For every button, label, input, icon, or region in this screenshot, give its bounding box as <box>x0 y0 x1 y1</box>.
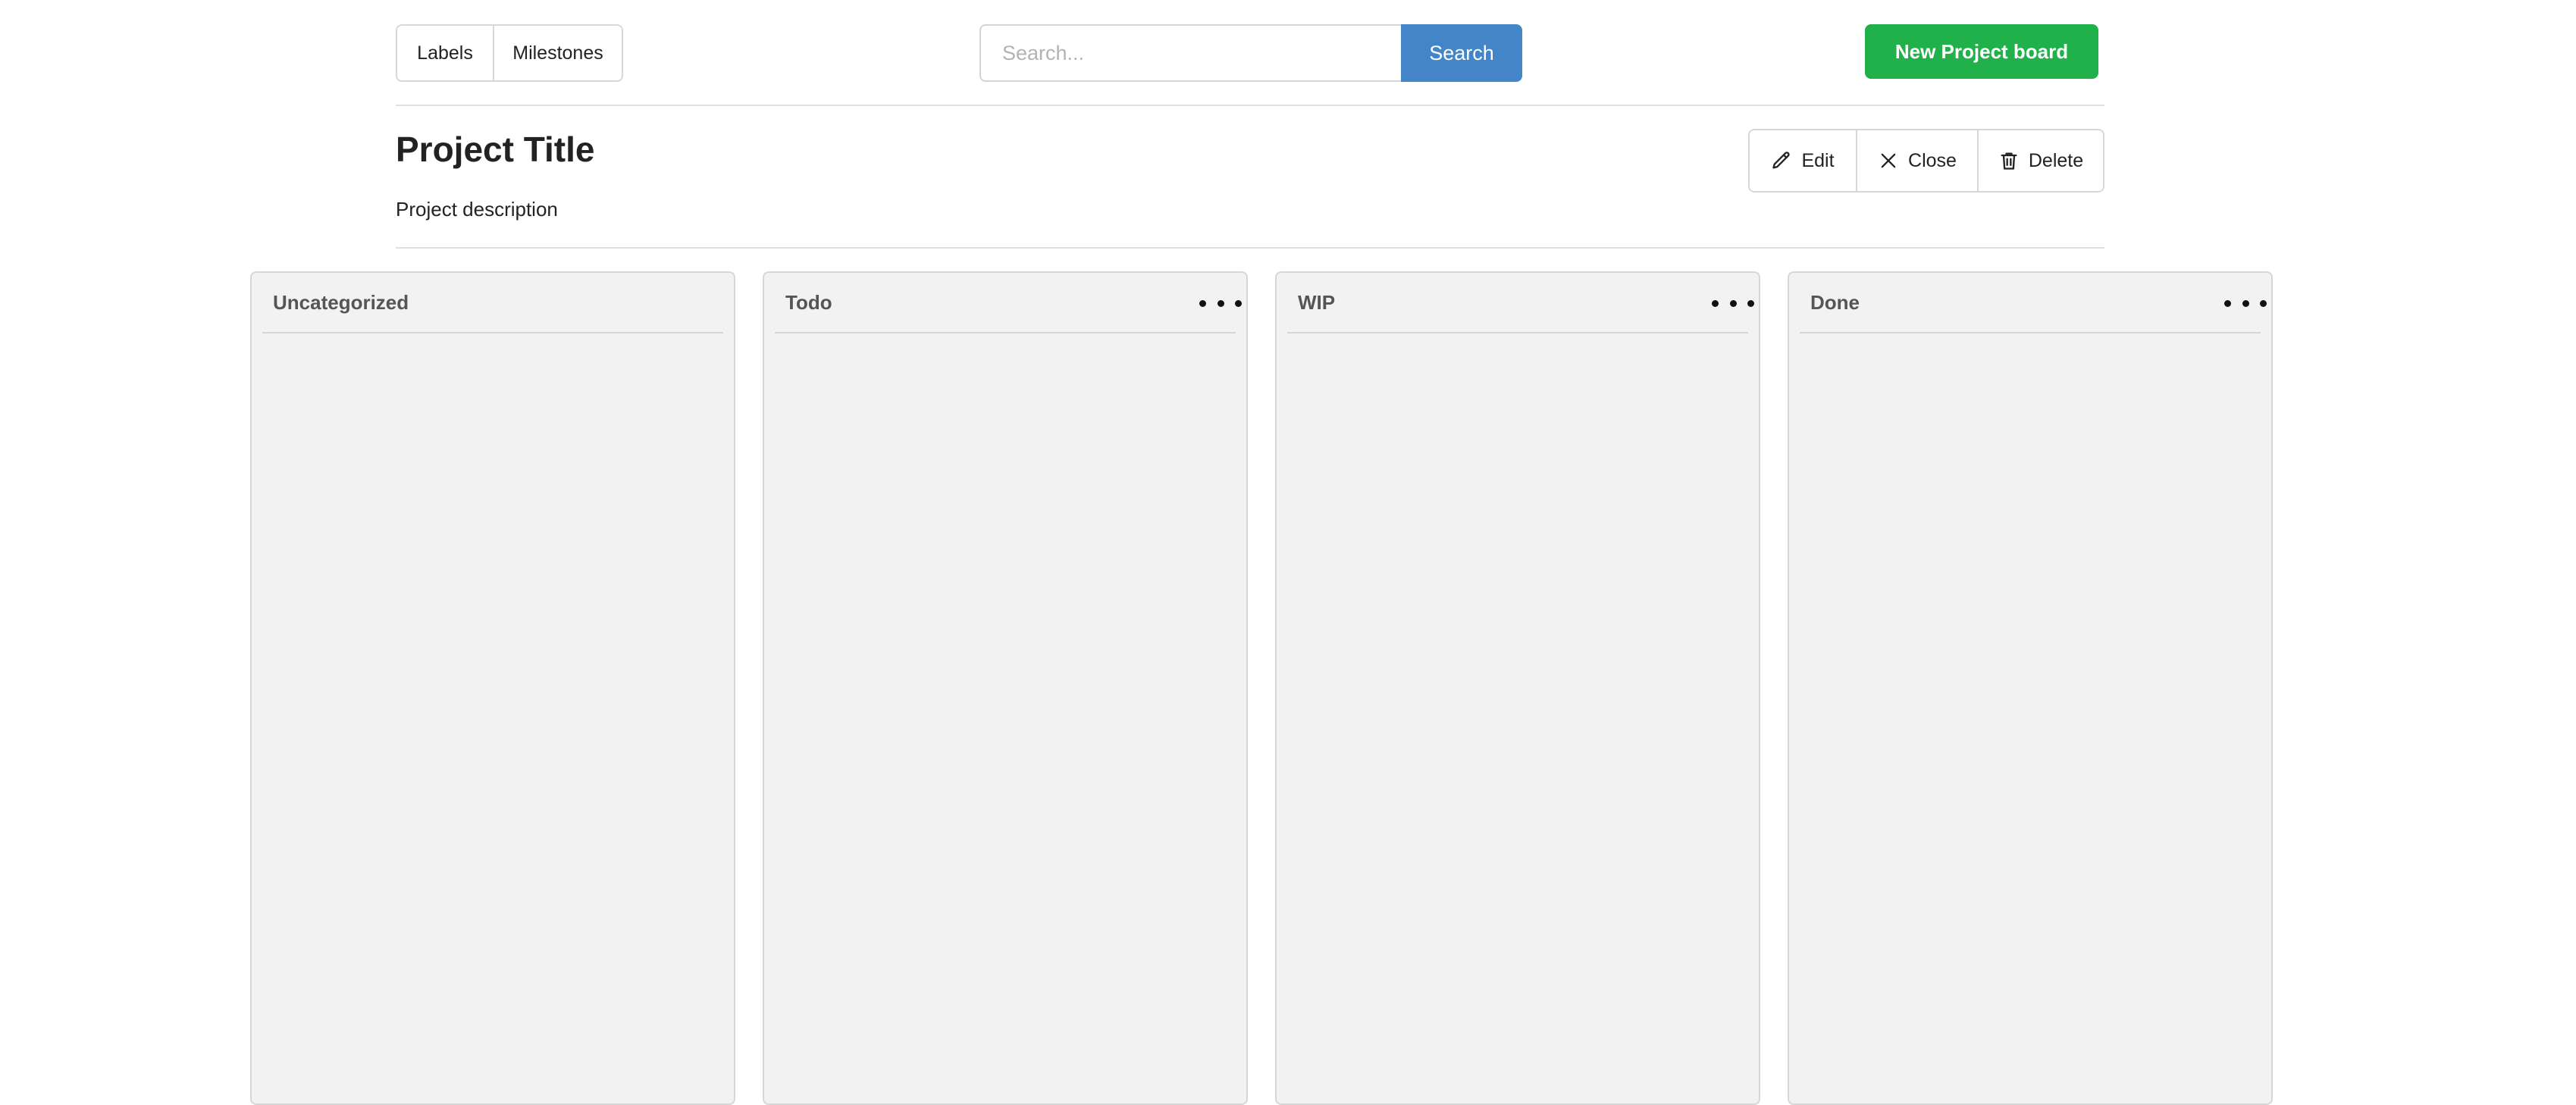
column-header: Todo <box>775 273 1242 333</box>
close-button[interactable]: Close <box>1856 130 1977 191</box>
x-icon <box>1878 150 1899 171</box>
trash-icon <box>1998 150 2020 171</box>
search-input[interactable] <box>979 24 1401 82</box>
board-column-uncategorized: Uncategorized <box>250 271 735 1105</box>
column-title: Done <box>1810 291 1860 314</box>
header-divider <box>396 105 2104 106</box>
board-column-done: Done <box>1788 271 2273 1105</box>
labels-button[interactable]: Labels <box>397 26 493 80</box>
project-board-page: Labels Milestones Search New Project boa… <box>0 0 2576 1105</box>
project-title: Project Title <box>396 130 595 169</box>
column-header: Done <box>1800 273 2267 333</box>
kebab-menu-icon[interactable] <box>2224 294 2267 312</box>
kebab-menu-icon[interactable] <box>1712 294 1754 312</box>
project-actions: Edit Close Delete <box>1748 129 2104 193</box>
board-column-todo: Todo <box>763 271 1248 1105</box>
search-button[interactable]: Search <box>1401 24 1522 82</box>
delete-label: Delete <box>2028 149 2084 171</box>
kebab-menu-icon[interactable] <box>1199 294 1242 312</box>
new-project-board-button[interactable]: New Project board <box>1865 24 2098 79</box>
board-column-wip: WIP <box>1275 271 1760 1105</box>
column-header: WIP <box>1287 273 1754 333</box>
delete-button[interactable]: Delete <box>1977 130 2103 191</box>
pencil-icon <box>1771 150 1792 171</box>
labels-milestones-nav: Labels Milestones <box>396 24 623 82</box>
column-header: Uncategorized <box>262 273 723 333</box>
close-label: Close <box>1908 149 1957 171</box>
edit-button[interactable]: Edit <box>1750 130 1856 191</box>
search-form: Search <box>979 24 1522 82</box>
edit-label: Edit <box>1801 149 1835 171</box>
project-divider <box>396 247 2104 249</box>
project-description: Project description <box>396 198 558 221</box>
milestones-button[interactable]: Milestones <box>493 26 622 80</box>
column-title: Uncategorized <box>273 291 409 314</box>
column-title: WIP <box>1298 291 1336 314</box>
column-title: Todo <box>785 291 832 314</box>
